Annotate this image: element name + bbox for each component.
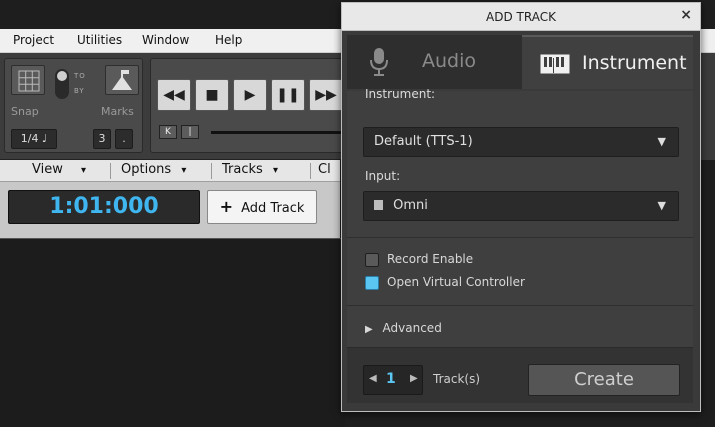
menu-project[interactable]: Project [13,33,54,47]
snap-sub-field[interactable]: 3 [93,129,111,149]
track-count-label: Track(s) [433,372,481,386]
input-label: Input: [365,169,401,183]
snap-value: 1/4 [20,132,39,145]
play-button[interactable]: ▶ [233,79,267,111]
tab-audio-label: Audio [422,50,477,72]
record-enable-label: Record Enable [387,252,474,266]
snap-module: TO BY Snap Marks 1/4 ♩ 3 . [4,58,143,153]
chevron-down-icon: ▾ [81,165,87,176]
track-view-toolbar: View ▾ Options ▾ Tracks ▾ Cl [0,160,340,182]
expand-arrow-icon: ▶ [365,324,373,335]
record-enable-checkbox[interactable] [365,253,379,267]
toggle-by-label: BY [74,87,85,95]
snap-label: Snap [11,105,39,118]
add-track-label: Add Track [241,201,305,216]
dialog-body: Instrument: Default (TTS-1) ▼ Input: Omn… [347,87,693,403]
plus-icon: + [219,197,233,216]
divider [110,163,111,179]
toggle-to-label: TO [74,72,86,80]
transport-module: ◀◀ ■ ▶ ❚❚ ▶▶ K | [150,58,351,153]
advanced-expander[interactable]: ▶ Advanced [365,321,442,335]
menu-window[interactable]: Window [142,33,189,47]
open-virtual-controller-label: Open Virtual Controller [387,275,525,289]
dialog-title: ADD TRACK [486,10,556,24]
pause-button[interactable]: ❚❚ [271,79,305,111]
track-type-tabs: Audio Instrument [347,35,693,89]
tab-audio[interactable]: Audio [347,35,522,89]
view-menu[interactable]: View ▾ [32,162,86,177]
chevron-down-icon: ▾ [181,165,187,176]
dropdown-arrow-icon: ▼ [657,199,666,212]
loop-marker-button[interactable]: | [181,125,199,139]
position-slider[interactable] [211,131,351,134]
snap-to-by-toggle[interactable] [55,69,69,99]
divider [347,305,693,306]
marks-button[interactable] [105,65,139,95]
stop-button[interactable]: ■ [195,79,229,111]
close-icon[interactable]: × [680,7,692,23]
view-menu-label: View [32,162,63,177]
dropdown-arrow-icon: ▼ [657,135,666,148]
divider [347,237,693,238]
open-virtual-controller-checkbox[interactable] [365,276,379,290]
chevron-down-icon: ▾ [272,165,278,176]
increment-icon[interactable]: ▶ [410,373,418,384]
marks-icon [112,70,132,90]
time-panel: 1:01:000 + Add Track [0,182,340,238]
instrument-label: Instrument: [365,87,436,101]
snap-dot-field[interactable]: . [115,129,133,149]
menu-utilities[interactable]: Utilities [77,33,122,47]
create-button[interactable]: Create [528,364,680,396]
track-count-stepper[interactable]: ◀ 1 ▶ [363,365,423,395]
tracks-menu-label: Tracks [222,162,263,177]
track-count-value: 1 [386,371,396,387]
instrument-dropdown[interactable]: Default (TTS-1) ▼ [363,127,679,157]
control-bar-edge [701,53,715,160]
menu-help[interactable]: Help [215,33,242,47]
tab-instrument[interactable]: Instrument [522,35,693,89]
tracks-menu[interactable]: Tracks ▾ [222,162,278,177]
divider [310,163,311,179]
snap-grid-button[interactable] [11,65,45,95]
midi-input-icon [374,200,383,210]
options-menu-label: Options [121,162,172,177]
grid-icon [18,70,40,92]
input-value: Omni [393,198,428,213]
loop-start-button[interactable]: K [159,125,177,139]
note-icon: ♩ [42,132,48,145]
dialog-footer: ◀ 1 ▶ Track(s) Create [347,347,693,403]
add-track-dialog: ADD TRACK × Audio Instrument Instrument:… [341,2,701,412]
dialog-titlebar: ADD TRACK × [342,3,700,31]
add-track-button[interactable]: + Add Track [207,190,317,224]
clips-menu[interactable]: Cl [318,162,331,177]
options-menu[interactable]: Options ▾ [121,162,186,177]
advanced-label: Advanced [382,321,442,335]
tracks-area[interactable] [0,238,345,427]
input-dropdown[interactable]: Omni ▼ [363,191,679,221]
instrument-value: Default (TTS-1) [374,134,473,149]
toggle-knob [57,71,67,81]
marks-label: Marks [101,105,134,118]
tab-instrument-label: Instrument [582,52,687,74]
piano-icon [540,54,570,74]
now-time-display[interactable]: 1:01:000 [8,190,200,224]
microphone-icon [370,48,388,76]
rewind-button[interactable]: ◀◀ [157,79,191,111]
divider [211,163,212,179]
fast-forward-button[interactable]: ▶▶ [309,79,343,111]
snap-value-field[interactable]: 1/4 ♩ [11,129,57,149]
decrement-icon[interactable]: ◀ [369,373,377,384]
